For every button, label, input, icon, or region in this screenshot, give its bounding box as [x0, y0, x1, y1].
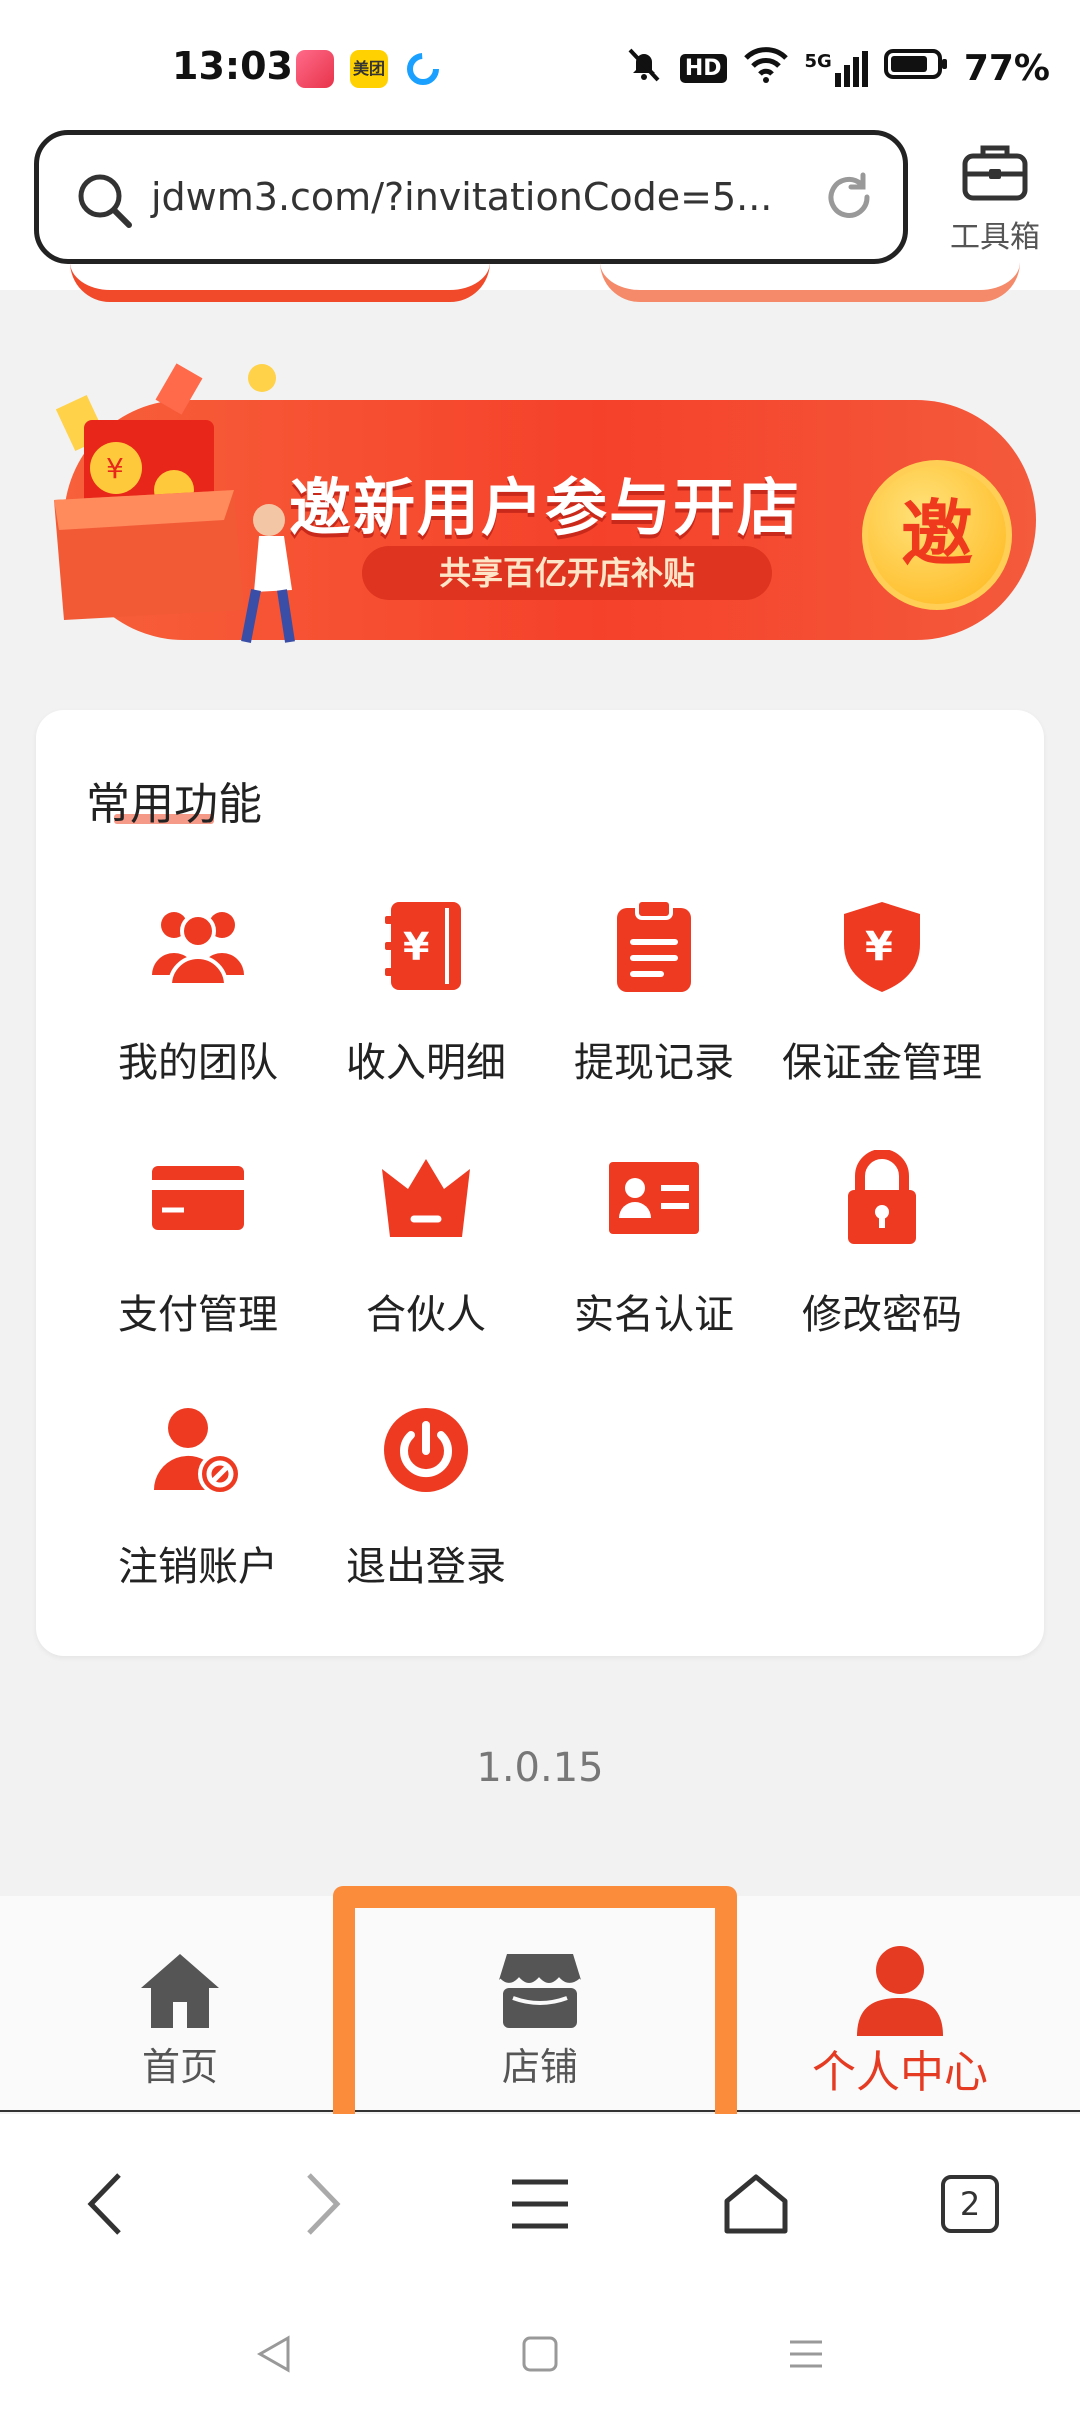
- income-ledger-icon: ¥: [376, 896, 476, 996]
- banner-subtitle: 共享百亿开店补贴: [362, 546, 772, 600]
- card-title: 常用功能: [86, 779, 262, 830]
- chevron-right-icon: [307, 2173, 341, 2235]
- card-icon: [148, 1148, 248, 1248]
- tab-label: 首页: [141, 2045, 218, 2089]
- function-label: 我的团队: [118, 1040, 278, 1086]
- status-time: 13:03: [172, 44, 293, 88]
- power-icon: [376, 1400, 476, 1500]
- function-cancel-account[interactable]: 注销账户: [84, 1400, 312, 1610]
- tabs-button[interactable]: 2: [920, 2154, 1020, 2254]
- function-label: 支付管理: [118, 1292, 278, 1338]
- triangle-back-icon: [256, 2335, 290, 2373]
- system-recents-button[interactable]: [776, 2324, 836, 2384]
- common-functions-card: 常用功能 我的团队 ¥ 收入明细 提现记录 ¥ 保证金管理 支付管理 合伙人 实…: [36, 710, 1044, 1656]
- team-icon: [148, 896, 248, 996]
- banner-invite-badge: 邀: [862, 460, 1012, 610]
- cutoff-button-right[interactable]: [600, 262, 1020, 302]
- meituan-app-icon: 美团: [350, 50, 388, 88]
- toolbox-icon: [959, 145, 1031, 208]
- crown-icon: [376, 1148, 476, 1248]
- function-real-name-verification[interactable]: 实名认证: [540, 1148, 768, 1358]
- status-bar: 13:03 美团 HD 5G 77%: [0, 0, 1080, 130]
- toolbox-label: 工具箱: [950, 220, 1040, 255]
- reload-icon[interactable]: [821, 169, 877, 229]
- user-icon: [850, 1940, 950, 2040]
- wifi-icon: [743, 44, 789, 93]
- function-partner[interactable]: 合伙人: [312, 1148, 540, 1358]
- function-payment-management[interactable]: 支付管理: [84, 1148, 312, 1358]
- recents-menu-icon: [790, 2340, 822, 2368]
- browser-home-button[interactable]: [706, 2154, 806, 2254]
- chevron-left-icon: [87, 2173, 121, 2235]
- function-income-details[interactable]: ¥ 收入明细: [312, 896, 540, 1106]
- function-my-team[interactable]: 我的团队: [84, 896, 312, 1106]
- menu-button[interactable]: [490, 2154, 590, 2254]
- function-label: 保证金管理: [782, 1040, 982, 1086]
- svg-text:¥: ¥: [403, 925, 429, 969]
- svg-text:¥: ¥: [865, 924, 893, 970]
- tab-home[interactable]: 首页: [0, 1896, 360, 2112]
- lock-icon: [832, 1148, 932, 1248]
- toolbox-button[interactable]: 工具箱: [940, 140, 1050, 256]
- system-home-button[interactable]: [510, 2324, 570, 2384]
- square-home-icon: [522, 2336, 558, 2372]
- user-ban-icon: [148, 1400, 248, 1500]
- back-button[interactable]: [56, 2154, 156, 2254]
- function-label: 收入明细: [346, 1040, 506, 1086]
- function-label: 退出登录: [346, 1544, 506, 1590]
- url-text[interactable]: jdwm3.com/?invitationCode=5...: [151, 175, 772, 219]
- address-bar[interactable]: jdwm3.com/?invitationCode=5...: [34, 130, 908, 264]
- pinduoduo-app-icon: [296, 50, 334, 88]
- clipboard-icon: [604, 896, 704, 996]
- function-label: 实名认证: [574, 1292, 734, 1338]
- cutoff-button-left[interactable]: [70, 262, 490, 302]
- invite-banner[interactable]: ¥ 邀新用户参与开店 共享百亿开店补贴 邀: [44, 360, 1036, 650]
- home-outline-icon: [724, 2174, 788, 2234]
- system-back-button[interactable]: [244, 2324, 304, 2384]
- app-version: 1.0.15: [476, 1745, 604, 1791]
- hd-icon: HD: [679, 54, 727, 83]
- function-label: 修改密码: [802, 1292, 962, 1338]
- tab-profile[interactable]: 个人中心: [720, 1896, 1080, 2112]
- signal-icon: 5G: [804, 50, 868, 87]
- function-label: 提现记录: [574, 1040, 734, 1086]
- yuan-shield-icon: ¥: [832, 896, 932, 996]
- function-change-password[interactable]: 修改密码: [768, 1148, 996, 1358]
- forward-button[interactable]: [272, 2154, 372, 2254]
- banner-title: 邀新用户参与开店: [289, 471, 802, 544]
- battery-icon: [883, 47, 948, 90]
- search-icon: [73, 169, 137, 237]
- system-nav-bar: [0, 2294, 1080, 2412]
- function-label: 注销账户: [118, 1544, 278, 1590]
- menu-icon: [512, 2179, 568, 2229]
- browser-app-icon: [404, 50, 442, 88]
- tab-count-badge: 2: [941, 2175, 999, 2233]
- svg-text:¥: ¥: [106, 452, 124, 485]
- id-card-icon: [604, 1148, 704, 1248]
- function-deposit-management[interactable]: ¥ 保证金管理: [768, 896, 996, 1106]
- function-logout[interactable]: 退出登录: [312, 1400, 540, 1610]
- battery-percent: 77%: [963, 48, 1050, 89]
- signal-5g-label: 5G: [804, 50, 832, 72]
- function-withdraw-records[interactable]: 提现记录: [540, 896, 768, 1106]
- tab-label: 个人中心: [812, 2047, 988, 2098]
- browser-nav-bar: 2: [0, 2114, 1080, 2294]
- mute-icon: [624, 44, 664, 93]
- home-icon: [130, 1940, 230, 2040]
- highlight-annotation-box: [333, 1886, 737, 2146]
- function-label: 合伙人: [366, 1292, 486, 1338]
